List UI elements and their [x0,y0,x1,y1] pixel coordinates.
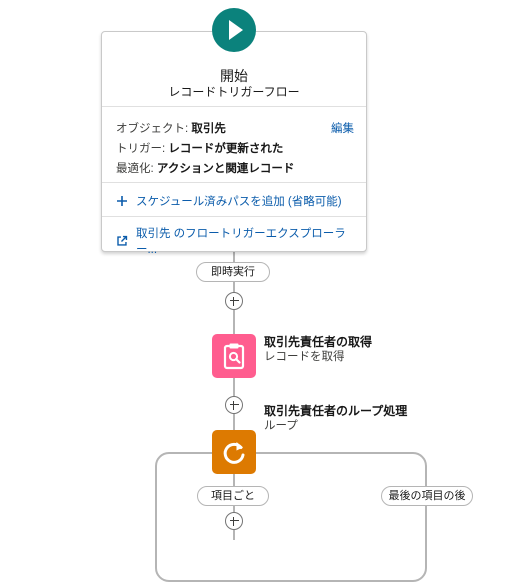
object-value: 取引先 [191,123,226,135]
trigger-row: トリガー: レコードが更新された [116,140,283,156]
add-icon [117,196,127,206]
get-records-node[interactable] [212,334,256,378]
loop-refresh-icon [223,442,245,464]
external-link-icon [117,235,128,246]
start-node-icon[interactable] [212,8,256,52]
add-element-button[interactable] [225,512,243,530]
trigger-explorer-label: 取引先 のフロートリガーエクスプローラー... [135,228,346,256]
trigger-label: トリガー: [116,143,166,155]
play-icon [229,20,243,40]
optimize-value: アクションと関連レコード [156,163,295,175]
divider [102,216,366,217]
divider [102,182,366,183]
start-node-card[interactable]: 開始 レコードトリガーフロー オブジェクト: 取引先 編集 トリガー: レコード… [101,31,367,256]
get-records-type: レコードを取得 [264,351,345,363]
start-subtitle: レコードトリガーフロー [168,85,300,99]
edit-link[interactable]: 編集 [331,120,354,136]
after-last-item-label[interactable]: 最後の項目の後 [381,486,473,506]
divider [102,106,366,107]
clipboard-search-icon [223,343,245,370]
object-label: オブジェクト: [116,123,189,135]
add-scheduled-path-label: スケジュール済みパスを追加 (省略可能) [136,196,342,208]
trigger-explorer-link[interactable]: 取引先 のフロートリガーエクスプローラー... [116,225,366,257]
optimize-row: 最適化: アクションと関連レコード [116,160,294,176]
trigger-value: レコードが更新された [168,143,284,155]
immediate-path-label[interactable]: 即時実行 [196,262,270,282]
object-row: オブジェクト: 取引先 [116,120,226,136]
loop-type: ループ [264,420,298,432]
add-element-button[interactable] [225,292,243,310]
optimize-label: 最適化: [116,163,154,175]
add-element-button[interactable] [225,396,243,414]
add-scheduled-path-link[interactable]: スケジュール済みパスを追加 (省略可能) [116,193,342,209]
loop-node[interactable] [212,430,256,474]
for-each-item-label[interactable]: 項目ごと [197,486,269,506]
loop-connector-frame [155,452,427,582]
